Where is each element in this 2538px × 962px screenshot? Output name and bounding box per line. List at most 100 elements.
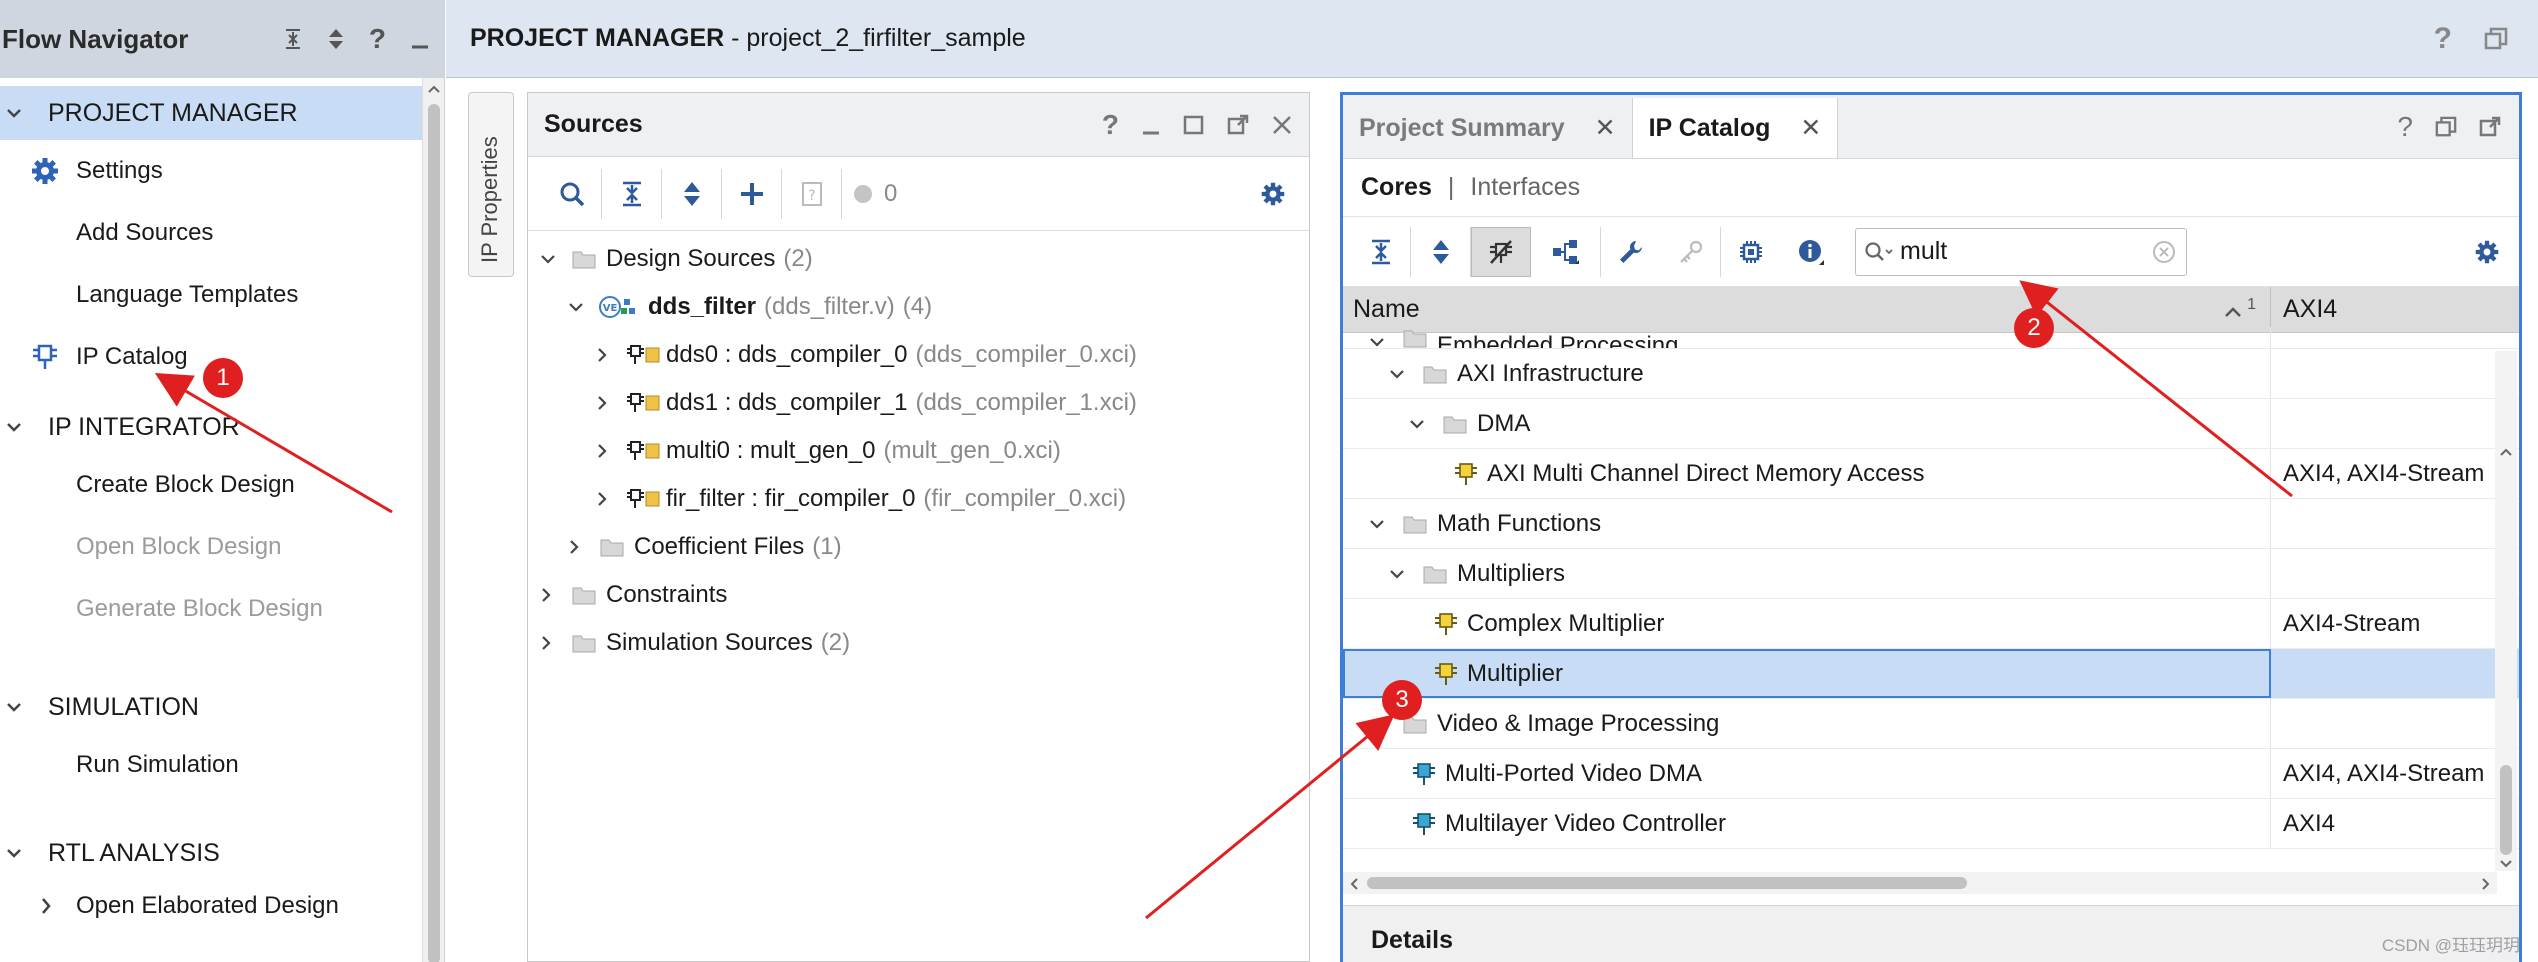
table-row[interactable]: AXI Multi Channel Direct Memory Access A… xyxy=(1343,449,2519,499)
clear-search-icon[interactable] xyxy=(2152,240,2176,264)
nav-item-open-elaborated-design[interactable]: Open Elaborated Design xyxy=(0,880,444,932)
chevron-down-icon[interactable] xyxy=(1369,518,1395,530)
chevron-down-icon[interactable] xyxy=(568,301,592,313)
help-icon[interactable]: ? xyxy=(2397,111,2413,143)
subtab-cores[interactable]: Cores xyxy=(1361,173,1432,202)
catalog-vertical-scrollbar[interactable] xyxy=(2495,351,2517,871)
settings-button[interactable] xyxy=(2457,227,2517,277)
chevron-down-icon[interactable] xyxy=(1389,568,1415,580)
scrollbar-thumb[interactable] xyxy=(428,104,440,962)
float-icon[interactable] xyxy=(2479,111,2501,143)
tree-node-coefficient-files[interactable]: Coefficient Files (1) xyxy=(528,523,1309,571)
nav-item-language-templates[interactable]: Language Templates xyxy=(0,264,444,326)
table-row[interactable]: Multipliers xyxy=(1343,549,2519,599)
table-row[interactable]: Embedded Processing xyxy=(1343,327,2519,349)
chevron-right-icon[interactable] xyxy=(596,395,620,411)
chevron-down-icon[interactable] xyxy=(6,701,34,713)
tree-node-simulation-sources[interactable]: Simulation Sources (2) xyxy=(528,619,1309,667)
chevron-down-icon[interactable] xyxy=(6,421,34,433)
collapse-all-icon[interactable] xyxy=(283,28,303,50)
chevron-right-icon[interactable] xyxy=(596,491,620,507)
table-row[interactable]: Multilayer Video Controller AXI4 xyxy=(1343,799,2519,849)
chevron-right-icon[interactable] xyxy=(540,587,564,603)
help-icon[interactable]: ? xyxy=(2434,22,2452,56)
close-icon[interactable]: ✕ xyxy=(1800,113,1821,143)
customize-ip-button[interactable] xyxy=(1601,227,1661,277)
scrollbar-thumb[interactable] xyxy=(2500,765,2512,855)
nav-item-create-block-design[interactable]: Create Block Design xyxy=(0,454,444,516)
error-count-button[interactable]: 0 xyxy=(842,169,897,219)
ip-settings-button[interactable] xyxy=(1721,227,1781,277)
table-row[interactable]: Math Functions xyxy=(1343,499,2519,549)
restore-icon[interactable] xyxy=(2435,111,2457,143)
expand-all-button[interactable] xyxy=(1411,226,1471,277)
show-compatible-button[interactable] xyxy=(1471,226,1531,277)
maximize-icon[interactable] xyxy=(1183,114,1205,136)
tab-project-summary[interactable]: Project Summary ✕ xyxy=(1343,98,1633,158)
help-icon[interactable]: ? xyxy=(1102,109,1119,141)
help-icon[interactable]: ? xyxy=(369,23,386,55)
close-icon[interactable] xyxy=(1271,114,1293,136)
flow-navigator-scrollbar[interactable] xyxy=(422,78,444,962)
nav-item-run-simulation[interactable]: Run Simulation xyxy=(0,734,444,796)
nav-section-simulation[interactable]: SIMULATION xyxy=(0,680,444,734)
chevron-down-icon[interactable] xyxy=(6,107,34,119)
details-panel-header[interactable]: Details xyxy=(1343,905,2519,962)
nav-section-project-manager[interactable]: PROJECT MANAGER xyxy=(0,86,444,140)
search-input[interactable]: mult xyxy=(1855,227,2187,276)
catalog-horizontal-scrollbar[interactable] xyxy=(1343,872,2497,894)
nav-section-rtl-analysis[interactable]: RTL ANALYSIS xyxy=(0,826,444,880)
chevron-right-icon[interactable] xyxy=(596,443,620,459)
tree-node-ip-instance[interactable]: fir_filter : fir_compiler_0 (fir_compile… xyxy=(528,475,1309,523)
table-row[interactable]: Video & Image Processing xyxy=(1343,699,2519,749)
chevron-down-icon[interactable] xyxy=(540,253,564,265)
column-header-name[interactable]: Name 1 xyxy=(1343,287,2271,332)
ip-info-button[interactable] xyxy=(1781,227,1841,277)
subtab-interfaces[interactable]: Interfaces xyxy=(1470,173,1580,202)
nav-item-add-sources[interactable]: Add Sources xyxy=(0,202,444,264)
collapse-all-button[interactable] xyxy=(602,168,662,219)
ip-properties-tab[interactable]: IP Properties xyxy=(468,92,514,277)
tree-node-constraints[interactable]: Constraints xyxy=(528,571,1309,619)
chevron-down-icon[interactable] xyxy=(6,847,34,859)
nav-item-open-block-design[interactable]: Open Block Design xyxy=(0,516,444,578)
tree-node-ip-instance[interactable]: dds0 : dds_compiler_0 (dds_compiler_0.xc… xyxy=(528,331,1309,379)
expand-all-button[interactable] xyxy=(662,168,722,219)
chevron-right-icon[interactable] xyxy=(568,539,592,555)
tree-node-ip-instance[interactable]: multi0 : mult_gen_0 (mult_gen_0.xci) xyxy=(528,427,1309,475)
table-row[interactable]: Multi-Ported Video DMA AXI4, AXI4-Stream xyxy=(1343,749,2519,799)
minimize-icon[interactable] xyxy=(1141,114,1161,136)
nav-item-generate-block-design[interactable]: Generate Block Design xyxy=(0,578,444,640)
float-icon[interactable] xyxy=(1227,114,1249,136)
minimize-icon[interactable] xyxy=(410,28,430,50)
collapse-all-button[interactable] xyxy=(1351,226,1411,277)
table-row[interactable]: Complex Multiplier AXI4-Stream xyxy=(1343,599,2519,649)
scrollbar-thumb[interactable] xyxy=(1367,877,1967,889)
table-row[interactable]: AXI Infrastructure xyxy=(1343,349,2519,399)
close-icon[interactable]: ✕ xyxy=(1595,113,1616,143)
chevron-down-icon[interactable] xyxy=(1369,718,1395,730)
chevron-down-icon[interactable] xyxy=(1409,418,1435,430)
hierarchy-button[interactable] xyxy=(1531,226,1601,277)
expand-all-icon[interactable] xyxy=(327,28,345,50)
chevron-down-icon[interactable] xyxy=(1389,368,1415,380)
add-sources-button[interactable] xyxy=(722,168,782,219)
chevron-right-icon[interactable] xyxy=(596,347,620,363)
table-row[interactable]: DMA xyxy=(1343,399,2519,449)
chevron-right-icon[interactable] xyxy=(40,897,52,915)
search-button[interactable] xyxy=(542,168,602,219)
tree-node-design-sources[interactable]: Design Sources (2) xyxy=(528,235,1309,283)
chevron-down-icon[interactable] xyxy=(1369,336,1395,348)
restore-icon[interactable] xyxy=(2484,27,2508,51)
table-row-selected[interactable]: Multiplier xyxy=(1343,649,2519,699)
license-button[interactable] xyxy=(1661,226,1721,277)
nav-item-settings[interactable]: Settings xyxy=(0,140,444,202)
column-header-interfaces[interactable]: AXI4 xyxy=(2271,287,2519,332)
tree-node-top-module[interactable]: VE dds_filter (dds_filter.v) (4) xyxy=(528,283,1309,331)
chevron-right-icon[interactable] xyxy=(540,635,564,651)
nav-section-ip-integrator[interactable]: IP INTEGRATOR xyxy=(0,400,444,454)
tab-ip-catalog[interactable]: IP Catalog ✕ xyxy=(1632,98,1839,158)
unknown-file-button[interactable]: ? xyxy=(782,168,842,219)
tree-node-ip-instance[interactable]: dds1 : dds_compiler_1 (dds_compiler_1.xc… xyxy=(528,379,1309,427)
settings-button[interactable] xyxy=(1243,169,1303,219)
